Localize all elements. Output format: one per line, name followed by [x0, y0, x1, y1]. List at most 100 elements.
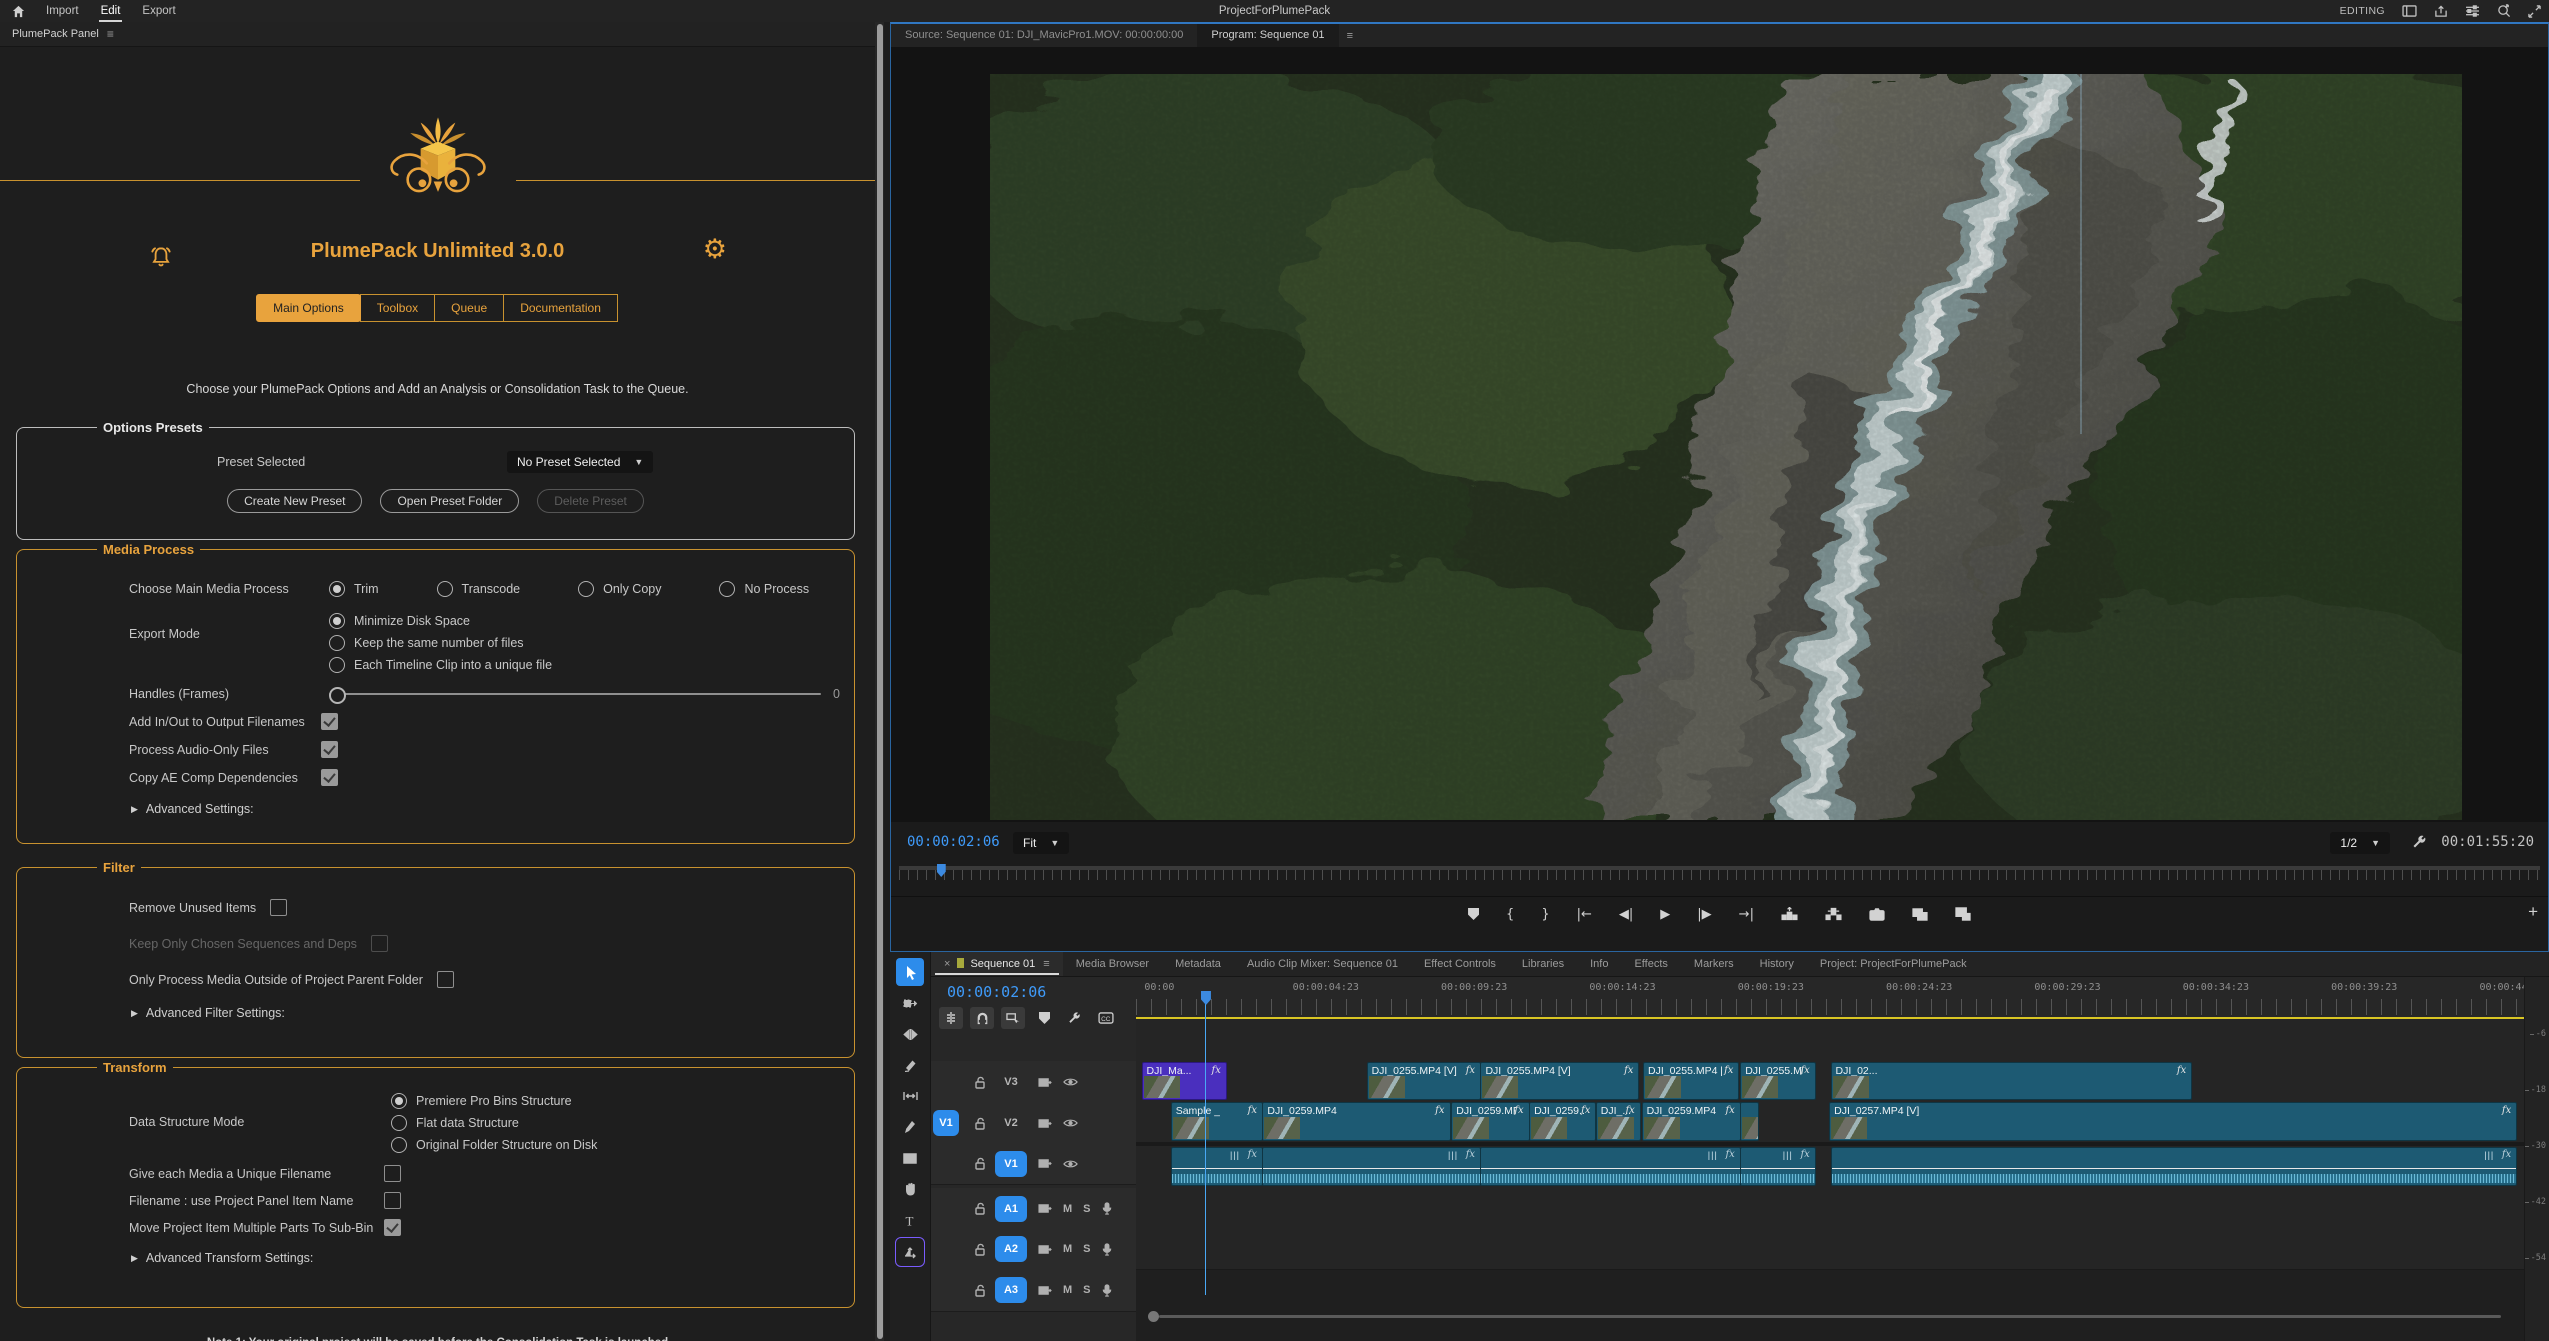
solo-button[interactable]: S [1083, 1243, 1090, 1255]
timeline-clip[interactable]: DJI_02...fx [1831, 1062, 2193, 1100]
panel-menu-icon[interactable]: ≡ [1347, 30, 1353, 42]
timeline-audio-clip[interactable]: |||fx [1831, 1147, 2518, 1186]
radio-keep-the-same-number-of-files[interactable]: Keep the same number of files [329, 635, 552, 651]
selection-tool[interactable] [896, 958, 924, 986]
preset-dropdown[interactable]: No Preset Selected ▼ [507, 451, 653, 473]
razor-tool[interactable] [896, 1051, 924, 1079]
mark-out-button[interactable]: } [1541, 907, 1549, 922]
menu-import[interactable]: Import [35, 0, 90, 22]
lane-a3[interactable] [1136, 1227, 2525, 1270]
lane-v3[interactable] [1136, 1019, 2525, 1062]
add-marker-button[interactable] [1468, 908, 1479, 920]
solo-button[interactable]: S [1083, 1203, 1090, 1215]
lock-icon[interactable] [975, 1284, 987, 1297]
panel-menu-icon[interactable]: ≡ [107, 27, 114, 41]
timeline-scrollbar[interactable] [1136, 1309, 2501, 1323]
hand-tool[interactable] [896, 1175, 924, 1203]
lock-icon[interactable] [975, 1117, 987, 1130]
track-targeting-icon[interactable] [1038, 1077, 1052, 1088]
ripple-edit-tool[interactable] [896, 1020, 924, 1048]
comparison-view-button[interactable] [1912, 908, 1928, 921]
rectangle-tool[interactable] [896, 1144, 924, 1172]
timeline-clip[interactable]: DJI_0259.MP4fx [1642, 1102, 1741, 1141]
lane-v2[interactable]: DJI_Ma...fxDJI_0255.MP4 [V]fxDJI_0255.MP… [1136, 1061, 2525, 1102]
solo-button[interactable]: S [1083, 1284, 1090, 1296]
tab-effect-controls[interactable]: Effect Controls [1411, 952, 1509, 976]
tab-project-projectforplumepack[interactable]: Project: ProjectForPlumePack [1807, 952, 1980, 976]
settings-gear-icon[interactable]: ⚙ [703, 236, 727, 263]
track-targeting-icon[interactable] [1038, 1203, 1052, 1214]
track-targeting-icon[interactable] [1038, 1285, 1052, 1296]
track-targeting-icon[interactable] [1038, 1118, 1052, 1129]
lock-icon[interactable] [975, 1157, 987, 1170]
timeline-ruler[interactable]: 00:0000:00:04:2300:00:09:2300:00:14:2300… [1136, 977, 2525, 1019]
radio-premiere-pro-bins-structure[interactable]: Premiere Pro Bins Structure [391, 1093, 597, 1109]
menu-edit[interactable]: Edit [90, 0, 132, 22]
tab-documentation[interactable]: Documentation [503, 294, 618, 322]
timeline-audio-clip[interactable]: |||fx [1171, 1147, 1263, 1186]
monitor-settings-wrench-icon[interactable] [2412, 834, 2428, 855]
timeline-clip[interactable]: DJI_0257.MP4 [V]fx [1829, 1102, 2517, 1141]
open-preset-folder-button[interactable]: Open Preset Folder [380, 489, 519, 513]
tab-history[interactable]: History [1747, 952, 1807, 976]
voiceover-mic-icon[interactable] [1102, 1243, 1112, 1256]
track-button-a2[interactable]: A2 [995, 1236, 1027, 1262]
track-select-forward-tool[interactable] [896, 989, 924, 1017]
timeline-clip[interactable] [1740, 1102, 1759, 1141]
linked-selection-button[interactable] [1001, 1007, 1025, 1029]
add-marker-button[interactable] [1032, 1007, 1056, 1029]
export-frame-button[interactable] [1869, 908, 1885, 921]
lane-a2[interactable] [1136, 1187, 2525, 1228]
radio-trim[interactable]: Trim [329, 581, 379, 597]
mark-in-button[interactable]: { [1506, 907, 1514, 922]
tab-libraries[interactable]: Libraries [1509, 952, 1577, 976]
type-tool[interactable]: T [896, 1206, 924, 1234]
voiceover-mic-icon[interactable] [1102, 1284, 1112, 1297]
toggle-track-output-eye-icon[interactable] [1063, 1077, 1078, 1087]
play-button[interactable]: ▶ [1660, 907, 1670, 922]
tab-sequence-01[interactable]: ×Sequence 01≡ [931, 952, 1063, 976]
create-new-preset-button[interactable]: Create New Preset [227, 489, 362, 513]
track-button-v1[interactable]: V1 [995, 1151, 1027, 1177]
checkbox[interactable] [321, 769, 338, 786]
tab-source-monitor[interactable]: Source: Sequence 01: DJI_MavicPro1.MOV: … [891, 24, 1197, 47]
track-button-a1[interactable]: A1 [995, 1196, 1027, 1222]
radio-original-folder-structure-on-disk[interactable]: Original Folder Structure on Disk [391, 1137, 597, 1153]
tab-main-options[interactable]: Main Options [256, 294, 361, 322]
playback-resolution-select[interactable]: 1/2 ▼ [2330, 832, 2390, 854]
snap-button[interactable] [970, 1007, 994, 1029]
radio-transcode[interactable]: Transcode [437, 581, 521, 597]
mute-button[interactable]: M [1063, 1284, 1072, 1296]
lift-button[interactable] [1781, 907, 1798, 921]
track-button-a3[interactable]: A3 [995, 1277, 1027, 1303]
mute-button[interactable]: M [1063, 1203, 1072, 1215]
button-editor-button[interactable] [1955, 907, 1971, 921]
plumepack-scrollbar[interactable] [875, 22, 884, 1341]
tab-queue[interactable]: Queue [434, 294, 504, 322]
radio-only-copy[interactable]: Only Copy [578, 581, 661, 597]
lock-icon[interactable] [975, 1243, 987, 1256]
monitor-playhead[interactable] [937, 864, 946, 877]
home-icon[interactable] [12, 5, 25, 18]
timeline-timecode[interactable]: 00:00:02:06 [947, 983, 1046, 1001]
radio-no-process[interactable]: No Process [719, 581, 809, 597]
handles-slider[interactable] [329, 693, 821, 695]
checkbox[interactable] [321, 713, 338, 730]
timeline-clip[interactable]: DJI_0259.MP4fx [1262, 1102, 1450, 1141]
timeline-clip[interactable]: DJI_0255.MP4 [V]fx [1367, 1062, 1482, 1100]
workspaces-stack-icon[interactable] [2465, 5, 2480, 17]
tab-metadata[interactable]: Metadata [1162, 952, 1234, 976]
checkbox[interactable] [270, 899, 287, 916]
tab-effects[interactable]: Effects [1621, 952, 1680, 976]
track-button-v2[interactable]: V2 [995, 1110, 1027, 1136]
timeline-clip[interactable]: DJI_0255.MP4 [V]fx [1643, 1062, 1739, 1100]
slip-tool[interactable] [896, 1082, 924, 1110]
nest-button[interactable] [939, 1007, 963, 1029]
lock-icon[interactable] [975, 1202, 987, 1215]
checkbox[interactable] [384, 1165, 401, 1182]
track-targeting-icon[interactable] [1038, 1244, 1052, 1255]
tab-info[interactable]: Info [1577, 952, 1621, 976]
program-timecode[interactable]: 00:00:02:06 [907, 834, 1000, 850]
timeline-audio-clip[interactable]: |||fx [1480, 1147, 1740, 1186]
captions-button[interactable]: CC [1094, 1007, 1118, 1029]
